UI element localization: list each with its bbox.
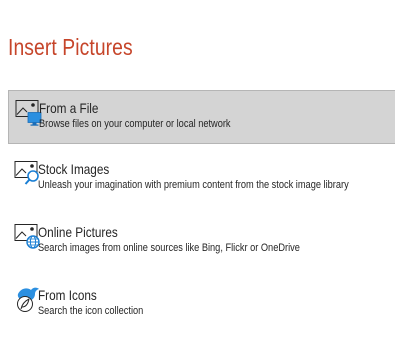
option-label: From a File	[39, 100, 99, 116]
option-from-icons[interactable]: From Icons Search the icon collection	[8, 278, 395, 332]
option-description: Unleash your imagination with premium co…	[38, 179, 349, 191]
option-online-pictures[interactable]: Online Pictures Search images from onlin…	[8, 215, 395, 269]
option-label: Online Pictures	[38, 224, 118, 240]
option-label: From Icons	[38, 287, 97, 303]
insert-pictures-dialog: Insert Pictures From a File Browse files…	[0, 0, 395, 337]
option-description: Search the icon collection	[38, 305, 144, 317]
option-label: Stock Images	[38, 161, 110, 177]
option-description: Browse files on your computer or local n…	[39, 118, 231, 130]
dialog-title: Insert Pictures	[8, 34, 133, 60]
option-from-a-file[interactable]: From a File Browse files on your compute…	[8, 90, 395, 144]
option-description: Search images from online sources like B…	[38, 242, 300, 254]
option-stock-images[interactable]: Stock Images Unleash your imagination wi…	[8, 152, 395, 206]
